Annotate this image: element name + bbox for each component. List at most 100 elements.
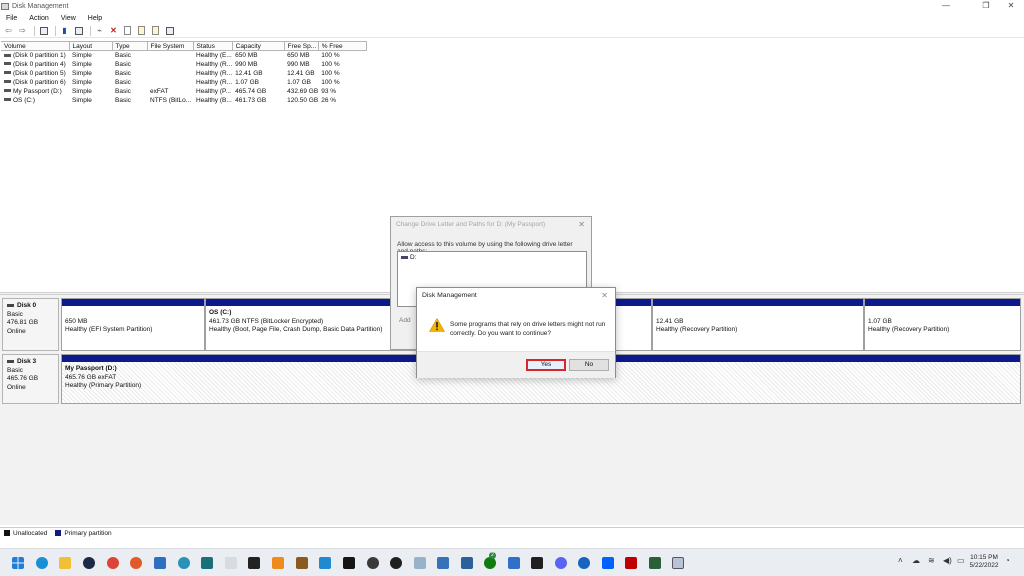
toolbar-separator	[55, 25, 56, 36]
legend-swatch-unallocated	[4, 530, 10, 536]
column-header-file-system[interactable]: File System	[147, 41, 194, 51]
column-header-volume[interactable]: Volume	[1, 41, 70, 51]
edge-icon[interactable]	[36, 557, 48, 569]
column-header-layout[interactable]: Layout	[69, 41, 113, 51]
filezilla-icon[interactable]	[625, 557, 637, 569]
discord-icon[interactable]	[555, 557, 567, 569]
mail-icon[interactable]	[154, 557, 166, 569]
netflix-icon[interactable]	[343, 557, 355, 569]
disk-0-label[interactable]: Disk 0 Basic 476.81 GB Online	[2, 298, 59, 351]
wifi-icon[interactable]: ≋	[928, 556, 935, 565]
store-icon[interactable]	[508, 557, 520, 569]
add-button[interactable]: Add	[399, 317, 411, 324]
disk-name: Disk 0	[17, 302, 37, 309]
battery-icon[interactable]: ▭	[957, 556, 965, 565]
onedrive-icon[interactable]	[578, 557, 590, 569]
toolbar-separator	[90, 25, 91, 36]
dialog-title: Change Drive Letter and Paths for D: (My…	[396, 221, 546, 228]
new-icon[interactable]	[136, 25, 147, 36]
table-row[interactable]: OS (C:) Simple Basic NTFS (BitLo... Heal…	[1, 96, 366, 105]
no-button[interactable]: No	[569, 359, 609, 371]
menu-view[interactable]: View	[55, 13, 82, 24]
back-icon[interactable]: ⇦	[3, 25, 14, 36]
volume-name-cell: My Passport (D:)	[1, 87, 69, 96]
camera-app-icon[interactable]	[531, 557, 543, 569]
table-row[interactable]: My Passport (D:) Simple Basic exFAT Heal…	[1, 87, 366, 96]
chevron-up-icon[interactable]: ˄	[898, 556, 903, 565]
media-icon[interactable]	[367, 557, 379, 569]
list-view-icon[interactable]	[38, 25, 49, 36]
dialog-title-bar: Disk Management ✕	[417, 288, 615, 304]
table-row[interactable]: (Disk 0 partition 6) Simple Basic Health…	[1, 78, 366, 87]
clock[interactable]: 10:15 PM 5/22/2022	[969, 554, 999, 570]
partition-bar	[653, 299, 863, 306]
headphones-app-icon[interactable]	[130, 557, 142, 569]
file-explorer-icon[interactable]	[59, 557, 71, 569]
settings-icon[interactable]	[164, 25, 175, 36]
photos-icon[interactable]	[414, 557, 426, 569]
table-cell: Simple	[72, 87, 92, 95]
connect-icon[interactable]: ⌁	[94, 25, 105, 36]
open-icon[interactable]	[150, 25, 161, 36]
globe-app-icon[interactable]	[178, 557, 190, 569]
menu-file[interactable]: File	[0, 13, 23, 24]
notification-icon[interactable]: ◔	[1005, 556, 1010, 565]
steam-alt-icon[interactable]	[390, 557, 402, 569]
column-header-percent-free[interactable]: % Free	[318, 41, 367, 51]
xbox-icon[interactable]	[484, 557, 496, 569]
partition-recovery-1[interactable]: 12.41 GB Healthy (Recovery Partition)	[652, 298, 864, 351]
table-cell: 100 %	[321, 60, 340, 68]
refresh-icon[interactable]	[122, 25, 133, 36]
dropbox-icon[interactable]	[602, 557, 614, 569]
vlc-icon[interactable]	[272, 557, 284, 569]
volume-icon[interactable]: ◀)	[943, 556, 952, 565]
disk-3-label[interactable]: Disk 3 Basic 465.76 GB Online	[2, 354, 59, 404]
partition-efi[interactable]: 650 MB Healthy (EFI System Partition)	[61, 298, 205, 351]
partition-recovery-2[interactable]: 1.07 GB Healthy (Recovery Partition)	[864, 298, 1021, 351]
teams-app-icon[interactable]	[201, 557, 213, 569]
list-item[interactable]: D:	[410, 254, 417, 261]
steam-icon[interactable]	[83, 557, 95, 569]
vscode-icon[interactable]	[319, 557, 331, 569]
table-cell: Simple	[72, 51, 92, 59]
maximize-button[interactable]: ❐	[975, 0, 997, 12]
volume-name-cell: (Disk 0 partition 5)	[1, 69, 69, 78]
media-app-icon[interactable]	[296, 557, 308, 569]
table-row[interactable]: (Disk 0 partition 5) Simple Basic Health…	[1, 69, 366, 78]
yes-button[interactable]: Yes	[526, 359, 566, 371]
notepad-icon[interactable]	[225, 557, 237, 569]
table-cell: Healthy (E...	[196, 51, 232, 59]
minimize-button[interactable]: —	[935, 0, 957, 12]
warning-icon	[429, 318, 445, 332]
column-header-type[interactable]: Type	[112, 41, 148, 51]
cloud-icon[interactable]: ☁	[912, 556, 920, 565]
disk-management-icon[interactable]	[672, 557, 684, 569]
column-header-free-space[interactable]: Free Sp...	[284, 41, 319, 51]
windows-start-icon[interactable]	[12, 557, 24, 569]
table-cell: 465.74 GB	[235, 87, 267, 95]
control-panel-icon[interactable]	[437, 557, 449, 569]
close-icon[interactable]: ✕	[578, 220, 585, 229]
properties-icon[interactable]	[73, 25, 84, 36]
app-icon[interactable]	[649, 557, 661, 569]
menu-help[interactable]: Help	[82, 13, 108, 24]
help-book-icon[interactable]: ▮	[59, 25, 70, 36]
close-button[interactable]: ✕	[1000, 0, 1022, 12]
forward-icon[interactable]: ⇨	[17, 25, 28, 36]
table-cell: Healthy (B...	[196, 96, 232, 104]
table-cell: Healthy (R...	[196, 60, 233, 68]
settings-app-icon[interactable]	[461, 557, 473, 569]
cell-text: (Disk 0 partition 5)	[13, 69, 66, 77]
chrome-icon[interactable]	[107, 557, 119, 569]
table-cell: 93 %	[321, 87, 337, 95]
menu-action[interactable]: Action	[23, 13, 54, 24]
close-icon[interactable]: ✕	[601, 291, 608, 300]
table-row[interactable]: (Disk 0 partition 4) Simple Basic Health…	[1, 60, 366, 69]
delete-icon[interactable]: ✕	[108, 25, 119, 36]
column-header-status[interactable]: Status	[193, 41, 233, 51]
table-row[interactable]: (Disk 0 partition 1) Simple Basic Health…	[1, 51, 366, 60]
terminal-icon[interactable]	[248, 557, 260, 569]
toolbar: ⇦ ⇨ ▮ ⌁ ✕	[0, 24, 1024, 38]
column-header-capacity[interactable]: Capacity	[232, 41, 285, 51]
table-cell: Basic	[115, 69, 131, 77]
